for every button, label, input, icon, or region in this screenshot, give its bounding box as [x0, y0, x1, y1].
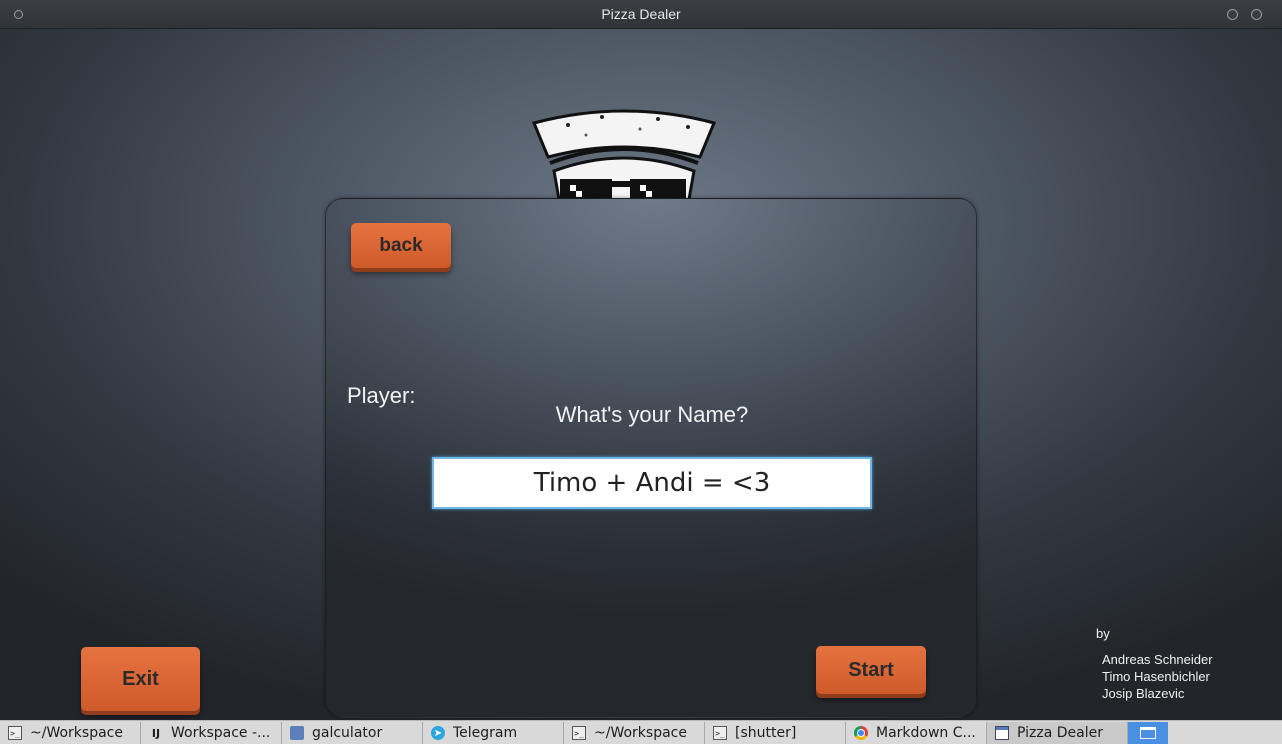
game-screen: back Player: What's your Name? Start Exi…: [0, 29, 1282, 720]
back-button[interactable]: back: [351, 223, 451, 268]
terminal-icon: >_: [572, 726, 586, 740]
player-name-input[interactable]: [432, 457, 872, 509]
taskbar-item-label: [shutter]: [735, 725, 797, 741]
exit-button[interactable]: Exit: [81, 647, 200, 711]
terminal-icon: >_: [713, 726, 727, 740]
show-desktop-button[interactable]: [1128, 722, 1168, 744]
player-name-panel: back Player: What's your Name? Start: [325, 198, 977, 718]
window-menu-button[interactable]: [14, 10, 23, 19]
name-prompt: What's your Name?: [555, 402, 749, 427]
window-title: Pizza Dealer: [601, 6, 681, 22]
credits-author-list: Andreas Schneider Timo Hasenbichler Josi…: [1102, 651, 1213, 702]
taskbar-item-terminal-workspace-2[interactable]: >_ ~/Workspace: [564, 722, 705, 744]
taskbar-item-pizza-dealer[interactable]: Pizza Dealer: [987, 722, 1128, 744]
intellij-icon: IJ: [151, 726, 161, 740]
taskbar-item-shutter[interactable]: >_ [shutter]: [705, 722, 846, 744]
minimize-button[interactable]: [1227, 9, 1238, 20]
close-button[interactable]: [1251, 9, 1262, 20]
telegram-icon: ➤: [431, 726, 445, 740]
taskbar-item-label: ~/Workspace: [594, 725, 687, 741]
window-icon: [995, 726, 1009, 740]
taskbar-item-label: Workspace -...: [171, 725, 271, 741]
taskbar-item-galculator[interactable]: galculator: [282, 722, 423, 744]
taskbar: >_ ~/Workspace IJ Workspace -... galcula…: [0, 720, 1282, 744]
taskbar-item-telegram[interactable]: ➤ Telegram: [423, 722, 564, 744]
credits: by Andreas Schneider Timo Hasenbichler J…: [1096, 626, 1213, 702]
credits-by-label: by: [1096, 626, 1110, 641]
taskbar-item-label: galculator: [312, 725, 383, 741]
credits-author: Andreas Schneider: [1102, 652, 1213, 667]
desktop-icon: [1140, 727, 1156, 739]
chrome-icon: [854, 726, 868, 740]
calculator-icon: [290, 726, 304, 740]
pizza-mascot-image: [531, 109, 717, 205]
taskbar-item-label: ~/Workspace: [30, 725, 123, 741]
taskbar-item-label: Markdown C...: [876, 725, 976, 741]
credits-author: Timo Hasenbichler: [1102, 669, 1210, 684]
taskbar-item-chrome[interactable]: Markdown C...: [846, 722, 987, 744]
taskbar-item-terminal-workspace[interactable]: >_ ~/Workspace: [0, 722, 141, 744]
credits-author: Josip Blazevic: [1102, 686, 1185, 701]
taskbar-item-label: Telegram: [453, 725, 518, 741]
start-button[interactable]: Start: [816, 646, 926, 694]
terminal-icon: >_: [8, 726, 22, 740]
window-titlebar: Pizza Dealer: [0, 0, 1282, 29]
taskbar-item-label: Pizza Dealer: [1017, 725, 1103, 741]
taskbar-item-intellij[interactable]: IJ Workspace -...: [141, 722, 282, 744]
